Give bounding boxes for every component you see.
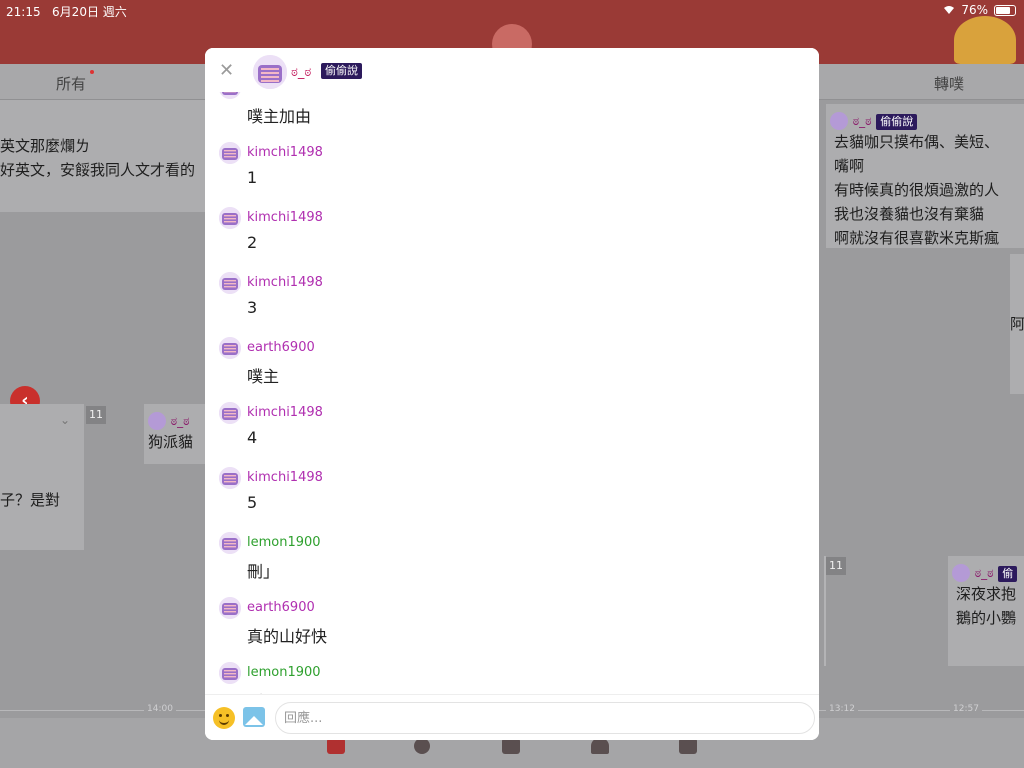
response-text: 3 (247, 298, 258, 317)
reply-input[interactable] (275, 702, 815, 734)
card-user: ಠ_ಠ (170, 414, 190, 428)
battery-percent: 76% (961, 3, 988, 17)
response-text: 5 (247, 493, 258, 512)
time-label: 14:00 (144, 704, 176, 714)
card-line: 啊就沒有很喜歡米克斯瘋 (834, 229, 1000, 247)
anonymous-face-icon (253, 55, 287, 89)
tab-replurk[interactable]: 轉噗 (934, 73, 964, 94)
timeline-card-mid-left[interactable]: ⌄ 子？是對 (0, 404, 84, 550)
card-line: 鵝的小鸚 (956, 609, 1017, 627)
anonymous-face-icon (219, 207, 241, 229)
anonymous-face-icon (219, 532, 241, 554)
card-line: 英文那麼爛ㄌ (0, 137, 91, 155)
anonymous-face-icon (219, 402, 241, 424)
card-edge (824, 556, 826, 666)
timeline-card-right-bottom[interactable]: ಠ_ಠ 偷 深夜求抱 鵝的小鸚 (948, 556, 1024, 666)
anonymous-face-icon (219, 272, 241, 294)
card-line: 子？是對 (0, 491, 61, 509)
avatar[interactable] (219, 337, 241, 359)
avatar[interactable] (219, 662, 241, 684)
anonymous-face-icon (219, 142, 241, 164)
unread-dot-icon (90, 70, 94, 74)
avatar[interactable] (219, 207, 241, 229)
card-line: 去貓咖只摸布偶、美短、 (834, 133, 1000, 151)
wifi-icon (944, 6, 955, 14)
card-user: ಠ_ಠ (852, 114, 872, 128)
bell-icon[interactable] (591, 738, 609, 754)
status-time: 21:15 (6, 5, 41, 19)
card-line: 狗派貓 (148, 433, 194, 451)
card-line: 有時候真的很煩過激的人 (834, 181, 1000, 199)
status-right: 76% (943, 3, 1016, 17)
response-count: 11 (826, 557, 846, 575)
plurk-detail-modal: ✕ ಠ_ಠ 偷偷說 kimchi1498噗主加由kimchi14981kimch… (205, 48, 819, 740)
avatar[interactable] (219, 467, 241, 489)
card-line: 嘴啊 (834, 157, 865, 175)
avatar[interactable] (219, 532, 241, 554)
card-line: 阿 (1010, 315, 1024, 333)
avatar[interactable] (219, 142, 241, 164)
time-label: 12:57 (950, 704, 982, 714)
response-text: 4 (247, 428, 258, 447)
reply-bar (205, 694, 819, 740)
anonymous-face-icon (219, 597, 241, 619)
response-text: 真的山好快 (247, 627, 328, 646)
profile-icon[interactable] (679, 738, 697, 754)
response-text: 1 (247, 168, 258, 187)
emoji-icon[interactable] (213, 707, 235, 729)
response-count: 11 (86, 406, 106, 424)
timeline-card-mid[interactable]: ಠ_ಠ 狗派貓 (144, 404, 208, 464)
timeline-card-right-top[interactable]: ಠ_ಠ 偷偷說 去貓咖只摸布偶、美短、 嘴啊 有時候真的很煩過激的人 我也沒養貓… (826, 104, 1024, 248)
home-icon[interactable] (327, 738, 345, 754)
avatar[interactable] (219, 402, 241, 424)
avatar (148, 411, 166, 430)
compose-icon[interactable] (502, 738, 520, 754)
avatar (830, 111, 848, 130)
card-line: 好英文，安餒我同人文才看的 (0, 161, 196, 179)
search-icon[interactable] (414, 738, 430, 754)
anonymous-face-icon (219, 337, 241, 359)
battery-icon (994, 4, 1016, 16)
chevron-down-icon[interactable]: ⌄ (60, 408, 70, 432)
tab-all[interactable]: 所有 (56, 73, 86, 94)
response-text: 噗主 (247, 367, 280, 386)
timeline-card-right-edge[interactable]: 阿 (1010, 254, 1024, 394)
response-text: 刪」 (247, 562, 280, 581)
status-date: 6月20日 週六 (52, 5, 127, 19)
response-username[interactable]: kimchi1498 (247, 405, 323, 420)
response-username[interactable]: kimchi1498 (247, 275, 323, 290)
status-time-date: 21:15 6月20日 週六 (6, 3, 127, 20)
poster-name[interactable]: ಠ_ಠ (291, 65, 311, 80)
response-username[interactable]: lemon1900 (247, 535, 321, 550)
response-username[interactable]: kimchi1498 (247, 210, 323, 225)
response-text: 噗主加由 (247, 107, 312, 126)
response-username[interactable]: earth6900 (247, 340, 315, 355)
card-line: 深夜求抱 (956, 585, 1017, 603)
avatar[interactable] (219, 272, 241, 294)
avatar[interactable] (253, 55, 287, 89)
response-username[interactable]: kimchi1498 (247, 470, 323, 485)
anonymous-face-icon (219, 467, 241, 489)
whisper-badge: 偷 (998, 566, 1018, 582)
avatar (952, 563, 970, 582)
response-username[interactable]: kimchi1498 (247, 145, 323, 160)
response-username[interactable]: lemon1900 (247, 665, 321, 680)
anonymous-face-icon (219, 662, 241, 684)
response-username[interactable]: earth6900 (247, 600, 315, 615)
avatar[interactable] (219, 597, 241, 619)
response-list[interactable]: kimchi1498 噗主加由 kimchi1498 1 kimchi1498 2 kimc… (205, 88, 819, 694)
whisper-badge: 偷偷說 (876, 114, 918, 130)
response-text: 2 (247, 233, 258, 252)
time-label: 13:12 (826, 704, 858, 714)
whisper-badge: 偷偷說 (321, 63, 362, 79)
close-icon[interactable]: ✕ (219, 60, 234, 81)
mascot-icon (954, 16, 1016, 64)
modal-header: ✕ ಠ_ಠ 偷偷說 (205, 48, 819, 92)
card-line: 我也沒養貓也沒有棄貓 (834, 205, 985, 223)
image-upload-icon[interactable] (243, 707, 265, 727)
timeline-card-left-top[interactable]: 英文那麼爛ㄌ 好英文，安餒我同人文才看的 (0, 100, 210, 212)
card-user: ಠ_ಠ (974, 566, 994, 580)
